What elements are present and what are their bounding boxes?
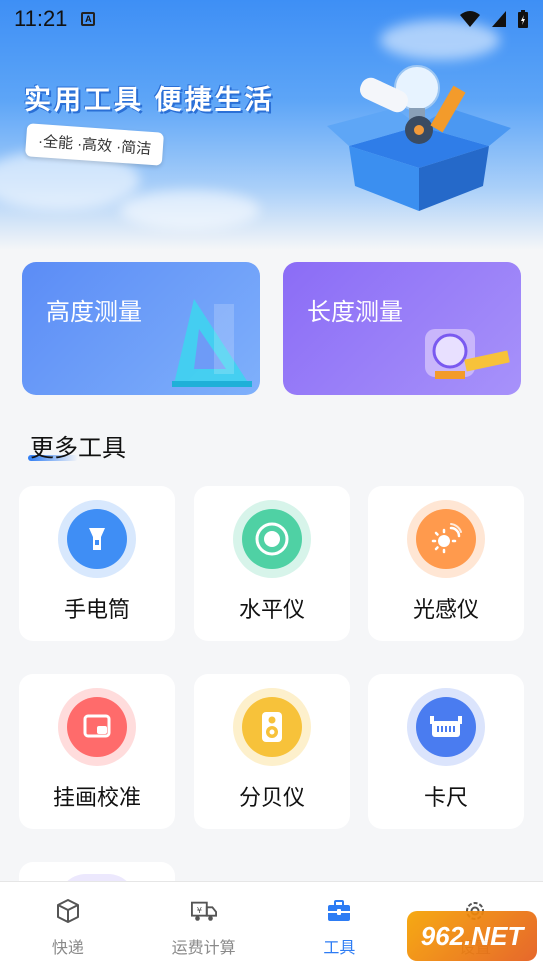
- level-tool-card[interactable]: 水平仪: [194, 486, 350, 641]
- flashlight-tool-card[interactable]: 手电筒: [19, 486, 175, 641]
- decibel-meter-tool-card[interactable]: 分贝仪: [194, 674, 350, 829]
- watermark-logo: 962.NET: [407, 911, 537, 961]
- height-measure-label: 高度测量: [46, 299, 142, 326]
- status-bar: 11:21 A: [0, 0, 543, 38]
- triangle-ruler-icon: [172, 299, 252, 387]
- signal-icon: [492, 11, 506, 27]
- caliper-tool-card[interactable]: 卡尺: [368, 674, 524, 829]
- svg-text:¥: ¥: [196, 905, 201, 915]
- caliper-label: 卡尺: [423, 785, 468, 810]
- nav-label-shipping-calc: 运费计算: [171, 940, 236, 957]
- hero-title: 实用工具 便捷生活: [24, 85, 275, 115]
- level-label: 水平仪: [238, 597, 305, 622]
- light-sensor-icon: [431, 523, 462, 554]
- picture-calibration-tool-card[interactable]: 挂画校准: [19, 674, 175, 829]
- tape-measure-icon: [425, 329, 510, 379]
- battery-icon: [518, 10, 528, 28]
- toolbox-icon: [328, 900, 351, 921]
- nav-item-tools[interactable]: 工具: [272, 882, 407, 967]
- flashlight-label: 手电筒: [63, 597, 130, 622]
- height-measure-card[interactable]: 高度测量: [22, 262, 260, 395]
- caliper-icon: [430, 716, 462, 737]
- nav-item-shipping-calc[interactable]: ¥ 运费计算: [136, 882, 271, 967]
- nav-item-express[interactable]: 快递: [0, 882, 135, 967]
- light-sensor-label: 光感仪: [412, 597, 479, 622]
- status-time: 11:21: [14, 6, 68, 31]
- length-measure-card[interactable]: 长度测量: [283, 262, 521, 395]
- package-icon: [56, 899, 79, 923]
- truck-yen-icon: ¥: [190, 901, 217, 921]
- picture-calibration-label: 挂画校准: [52, 785, 141, 810]
- speaker-icon: [262, 712, 282, 742]
- nav-label-tools: 工具: [323, 940, 356, 957]
- notification-a-icon: A: [81, 12, 96, 26]
- wifi-icon: [460, 11, 480, 27]
- level-icon: [255, 522, 289, 556]
- nav-label-express: 快递: [51, 940, 84, 957]
- picture-frame-icon: [83, 714, 111, 738]
- flashlight-icon: [89, 528, 105, 550]
- decibel-meter-label: 分贝仪: [238, 785, 305, 810]
- light-sensor-tool-card[interactable]: 光感仪: [368, 486, 524, 641]
- more-tools-title: 更多工具: [30, 435, 126, 462]
- toolbox-illustration-icon: [327, 65, 511, 211]
- length-measure-label: 长度测量: [307, 299, 403, 326]
